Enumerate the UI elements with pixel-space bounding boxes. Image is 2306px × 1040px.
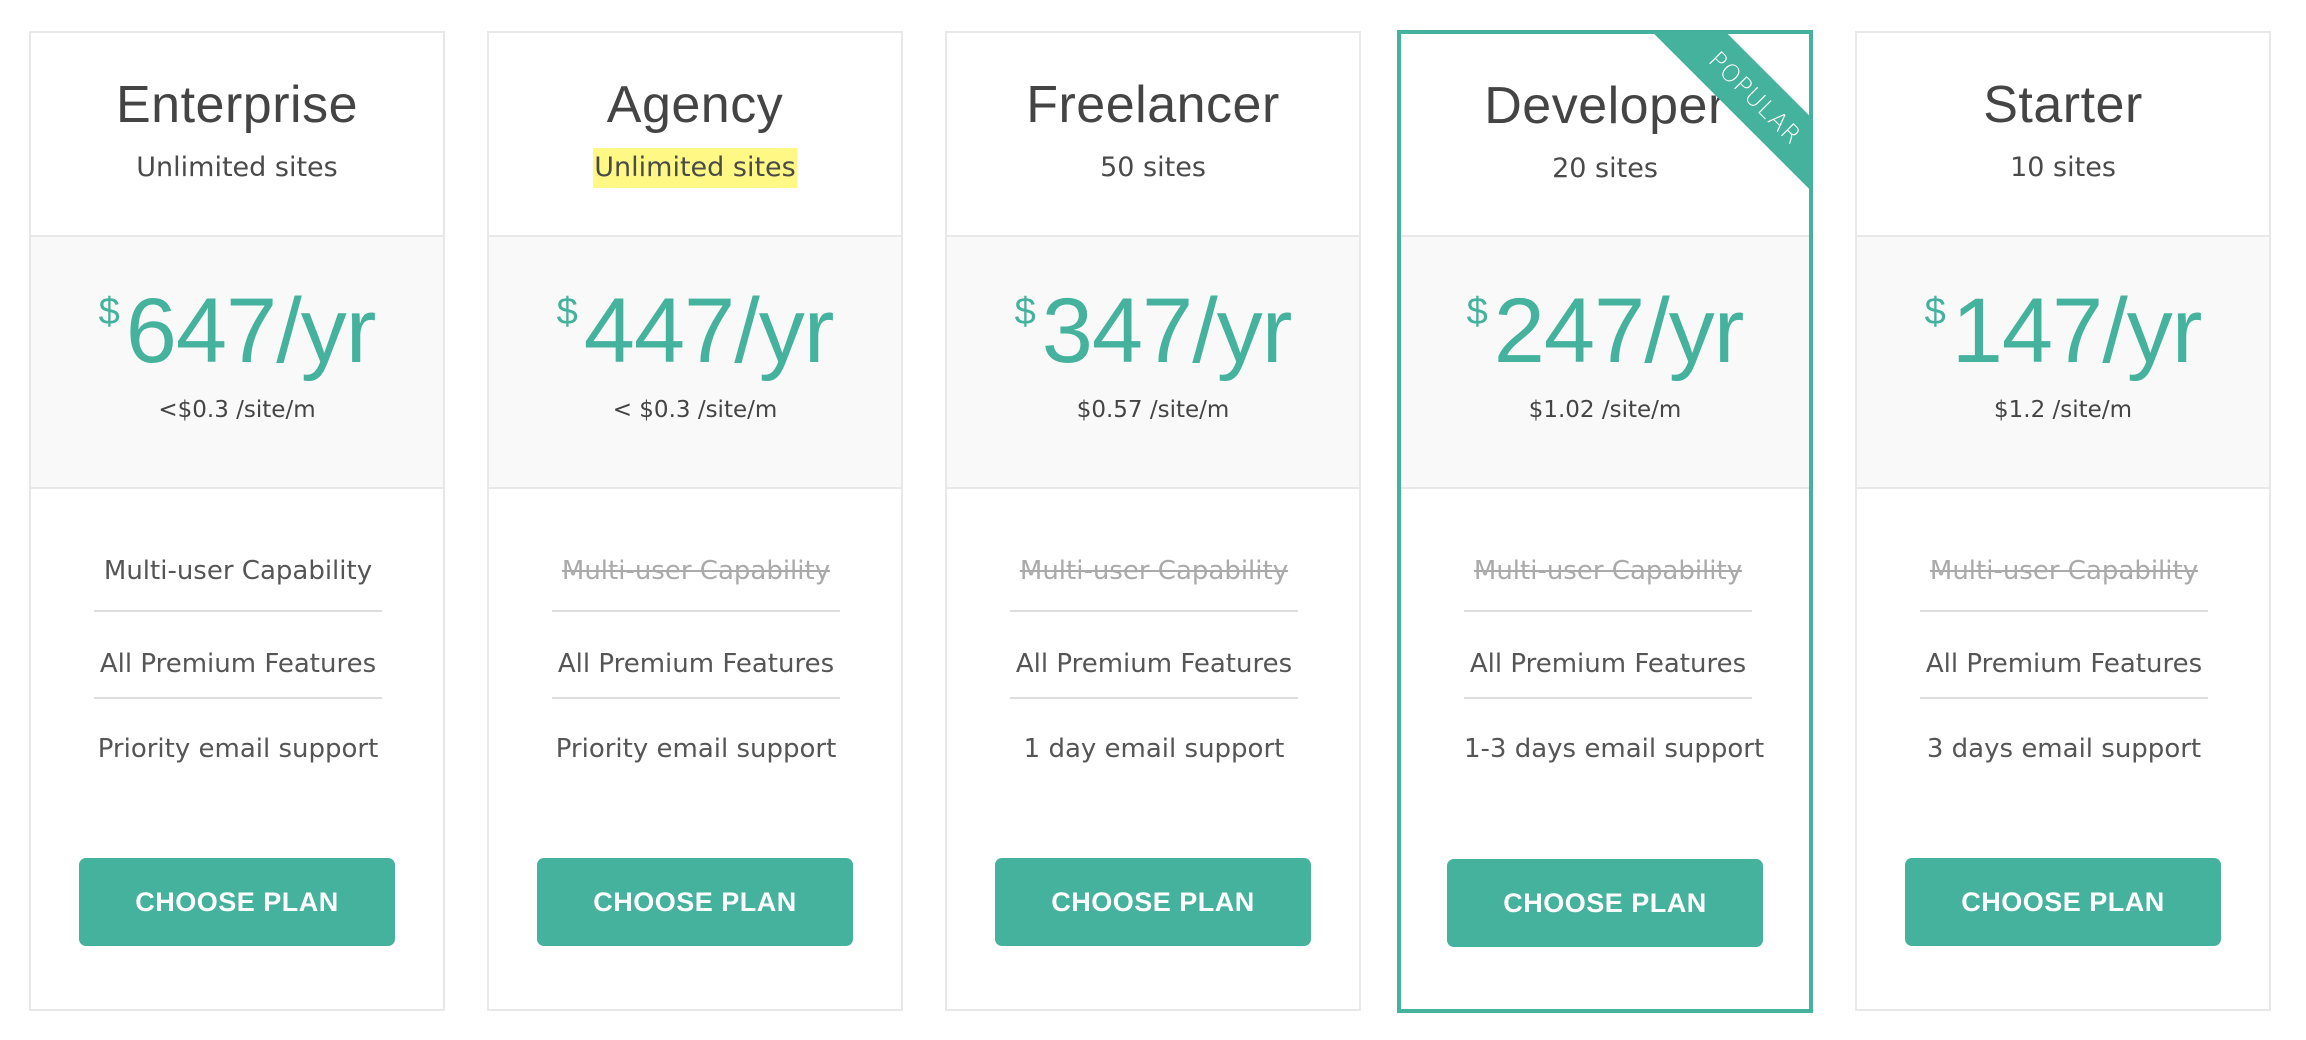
feature-label: All Premium Features (1469, 649, 1747, 679)
price-amount: 447/yr (583, 280, 835, 382)
feature-item: 3 days email support (1920, 699, 2208, 787)
choose-plan-button[interactable]: CHOOSE PLAN (1905, 858, 2221, 946)
plan-price: $347/yr (947, 281, 1359, 381)
feature-label: Multi-user Capability (1473, 556, 1743, 586)
plan-price: $647/yr (31, 281, 443, 381)
plan-name: Starter (1983, 76, 2143, 134)
feature-item-excluded: Multi-user Capability (1920, 489, 2208, 612)
plan-price: $247/yr (1401, 281, 1809, 381)
feature-item-excluded: Multi-user Capability (1464, 489, 1752, 612)
feature-item: All Premium Features (1920, 612, 2208, 699)
choose-plan-button[interactable]: CHOOSE PLAN (995, 858, 1311, 946)
feature-label: 3 days email support (1926, 734, 2202, 764)
plan-card-starter: Starter 10 sites $147/yr $1.2 /site/m Mu… (1855, 31, 2271, 1011)
feature-label: All Premium Features (99, 649, 377, 679)
pricing-plans: Enterprise Unlimited sites $647/yr <$0.3… (29, 30, 2273, 1013)
choose-plan-button[interactable]: CHOOSE PLAN (1447, 859, 1763, 947)
plan-price-section: $247/yr $1.02 /site/m (1401, 237, 1809, 489)
feature-item: All Premium Features (94, 612, 382, 699)
price-per-site: < $0.3 /site/m (612, 397, 778, 423)
plan-header: Freelancer 50 sites (947, 33, 1359, 237)
feature-item: All Premium Features (1464, 612, 1752, 699)
price-per-site: $1.2 /site/m (1994, 397, 2132, 423)
price-per-site: $1.02 /site/m (1528, 397, 1682, 423)
feature-label: All Premium Features (1015, 649, 1293, 679)
plan-price-section: $147/yr $1.2 /site/m (1857, 237, 2269, 489)
plan-sites: 50 sites (1100, 152, 1206, 183)
feature-label: All Premium Features (557, 649, 835, 679)
choose-plan-button[interactable]: CHOOSE PLAN (537, 858, 853, 946)
plan-name: Agency (606, 76, 784, 134)
plan-card-agency: Agency Unlimited sites $447/yr < $0.3 /s… (487, 31, 903, 1011)
currency-symbol: $ (1466, 291, 1488, 333)
feature-list: Multi-user Capability All Premium Featur… (489, 489, 901, 764)
feature-label: Priority email support (97, 734, 379, 764)
price-amount: 247/yr (1493, 280, 1745, 382)
feature-label: Multi-user Capability (561, 556, 831, 586)
price-per-site: <$0.3 /site/m (158, 397, 316, 423)
price-amount: 647/yr (125, 280, 377, 382)
plan-header: Starter 10 sites (1857, 33, 2269, 237)
currency-symbol: $ (556, 291, 578, 333)
price-per-site: $0.57 /site/m (1076, 397, 1230, 423)
plan-sites: 10 sites (2010, 152, 2116, 183)
plan-header: Developer 20 sites (1401, 34, 1809, 237)
feature-label: Multi-user Capability (103, 556, 373, 586)
plan-price-section: $347/yr $0.57 /site/m (947, 237, 1359, 489)
feature-item: 1-3 days email support (1464, 699, 1764, 787)
choose-plan-button[interactable]: CHOOSE PLAN (79, 858, 395, 946)
feature-label: Multi-user Capability (1019, 556, 1289, 586)
feature-label: Priority email support (555, 734, 837, 764)
currency-symbol: $ (98, 291, 120, 333)
plan-card-freelancer: Freelancer 50 sites $347/yr $0.57 /site/… (945, 31, 1361, 1011)
feature-label: 1 day email support (1023, 734, 1285, 764)
feature-item: Priority email support (552, 699, 840, 787)
plan-sites-highlighted: Unlimited sites (593, 148, 797, 188)
feature-list: Multi-user Capability All Premium Featur… (1857, 489, 2269, 764)
plan-price: $447/yr (489, 281, 901, 381)
plan-card-developer: Developer 20 sites POPULAR $247/yr $1.02… (1397, 30, 1813, 1013)
feature-list: Multi-user Capability All Premium Featur… (1401, 489, 1809, 764)
feature-label: Multi-user Capability (1929, 556, 2199, 586)
feature-list: Multi-user Capability All Premium Featur… (31, 489, 443, 764)
plan-price-section: $647/yr <$0.3 /site/m (31, 237, 443, 489)
currency-symbol: $ (1924, 291, 1946, 333)
feature-item: All Premium Features (552, 612, 840, 699)
currency-symbol: $ (1014, 291, 1036, 333)
plan-name: Freelancer (1026, 76, 1280, 134)
plan-sites: 20 sites (1552, 153, 1658, 184)
plan-header: Enterprise Unlimited sites (31, 33, 443, 237)
plan-header: Agency Unlimited sites (489, 33, 901, 237)
plan-sites: Unlimited sites (136, 152, 338, 183)
plan-name: Enterprise (116, 76, 358, 134)
feature-item: 1 day email support (1010, 699, 1298, 787)
feature-item-excluded: Multi-user Capability (1010, 489, 1298, 612)
feature-item: Multi-user Capability (94, 489, 382, 612)
feature-label: All Premium Features (1925, 649, 2203, 679)
price-amount: 347/yr (1041, 280, 1293, 382)
feature-item-excluded: Multi-user Capability (552, 489, 840, 612)
price-amount: 147/yr (1951, 280, 2203, 382)
plan-name: Developer (1484, 77, 1726, 135)
plan-card-enterprise: Enterprise Unlimited sites $647/yr <$0.3… (29, 31, 445, 1011)
plan-price: $147/yr (1857, 281, 2269, 381)
feature-item: All Premium Features (1010, 612, 1298, 699)
feature-item: Priority email support (94, 699, 382, 787)
feature-label: 1-3 days email support (1464, 734, 1765, 764)
plan-price-section: $447/yr < $0.3 /site/m (489, 237, 901, 489)
feature-list: Multi-user Capability All Premium Featur… (947, 489, 1359, 764)
